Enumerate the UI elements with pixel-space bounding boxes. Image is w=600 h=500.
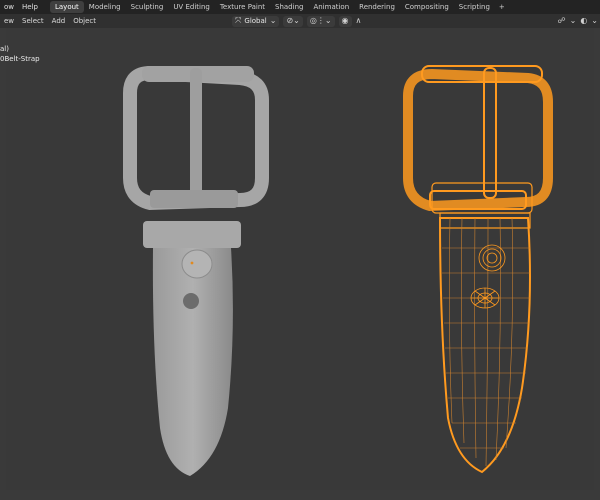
workspace-tabs: Layout Modeling Sculpting UV Editing Tex… (49, 1, 509, 13)
chevron-down-icon[interactable]: ⌄ (570, 16, 577, 26)
overlay-icon[interactable]: ◐ (580, 16, 587, 26)
chevron-down-icon: ⌄ (269, 16, 277, 25)
wire-hole (470, 287, 500, 309)
tab-uv-editing[interactable]: UV Editing (168, 1, 215, 13)
3d-viewport[interactable]: al) 0Belt-Strap (0, 28, 600, 500)
viewport-header: ew Select Add Object ⤧ Global ⌄ ⊘ ⌄ ◎ ⋮ … (0, 14, 600, 28)
chevron-down-icon: ⌄ (293, 16, 300, 25)
tab-rendering[interactable]: Rendering (354, 1, 400, 13)
pivot-icon: ⊘ (286, 16, 294, 25)
chevron-down-icon: ⌄ (324, 16, 332, 25)
menu-window[interactable]: ow (0, 3, 18, 11)
menu-help[interactable]: Help (18, 3, 42, 11)
wireframe-belt-strap-model[interactable] (0, 28, 600, 500)
menu-object[interactable]: Object (69, 17, 100, 25)
tab-modeling[interactable]: Modeling (84, 1, 126, 13)
menu-view[interactable]: ew (0, 17, 18, 25)
wire-strap-outline (438, 217, 531, 474)
snap-grid-icon: ⋮ (316, 16, 325, 25)
proportional-edit-icon: ◉ (341, 16, 349, 25)
wire-buckle-frame (403, 68, 553, 212)
wire-rivet (478, 244, 506, 272)
tab-animation[interactable]: Animation (308, 1, 354, 13)
tab-texture-paint[interactable]: Texture Paint (215, 1, 270, 13)
transform-orientation-label: Global (244, 17, 267, 25)
tab-compositing[interactable]: Compositing (400, 1, 454, 13)
transform-orientation-dropdown[interactable]: ⤧ Global ⌄ (232, 15, 280, 27)
wire-strap-grid (442, 217, 530, 467)
menu-select[interactable]: Select (18, 17, 48, 25)
add-workspace-button[interactable]: + (495, 3, 509, 11)
transform-tools: ⤧ Global ⌄ ⊘ ⌄ ◎ ⋮ ⌄ ◉ ∧ (232, 15, 361, 27)
snap-toggle[interactable]: ◎ ⋮ ⌄ (306, 15, 335, 27)
menu-add[interactable]: Add (48, 17, 70, 25)
tab-scripting[interactable]: Scripting (454, 1, 495, 13)
wire-buckle-prong (483, 67, 497, 199)
falloff-icon[interactable]: ∧ (356, 16, 362, 26)
viewport-right-tools: ☍ ⌄ ◐ ⌄ (558, 15, 599, 27)
orientation-icon: ⤧ (235, 16, 242, 25)
wire-keeper-band (439, 212, 531, 229)
chevron-down-icon[interactable]: ⌄ (591, 16, 598, 26)
snap-icon: ◎ (309, 16, 317, 25)
pivot-point-dropdown[interactable]: ⊘ ⌄ (283, 15, 303, 27)
tab-sculpting[interactable]: Sculpting (126, 1, 169, 13)
proportional-edit-toggle[interactable]: ◉ (338, 15, 352, 27)
tab-layout[interactable]: Layout (49, 1, 84, 13)
viewport-gizmo-icon[interactable]: ☍ (558, 16, 566, 26)
top-bar: ow Help Layout Modeling Sculpting UV Edi… (0, 0, 600, 14)
tab-shading[interactable]: Shading (270, 1, 308, 13)
